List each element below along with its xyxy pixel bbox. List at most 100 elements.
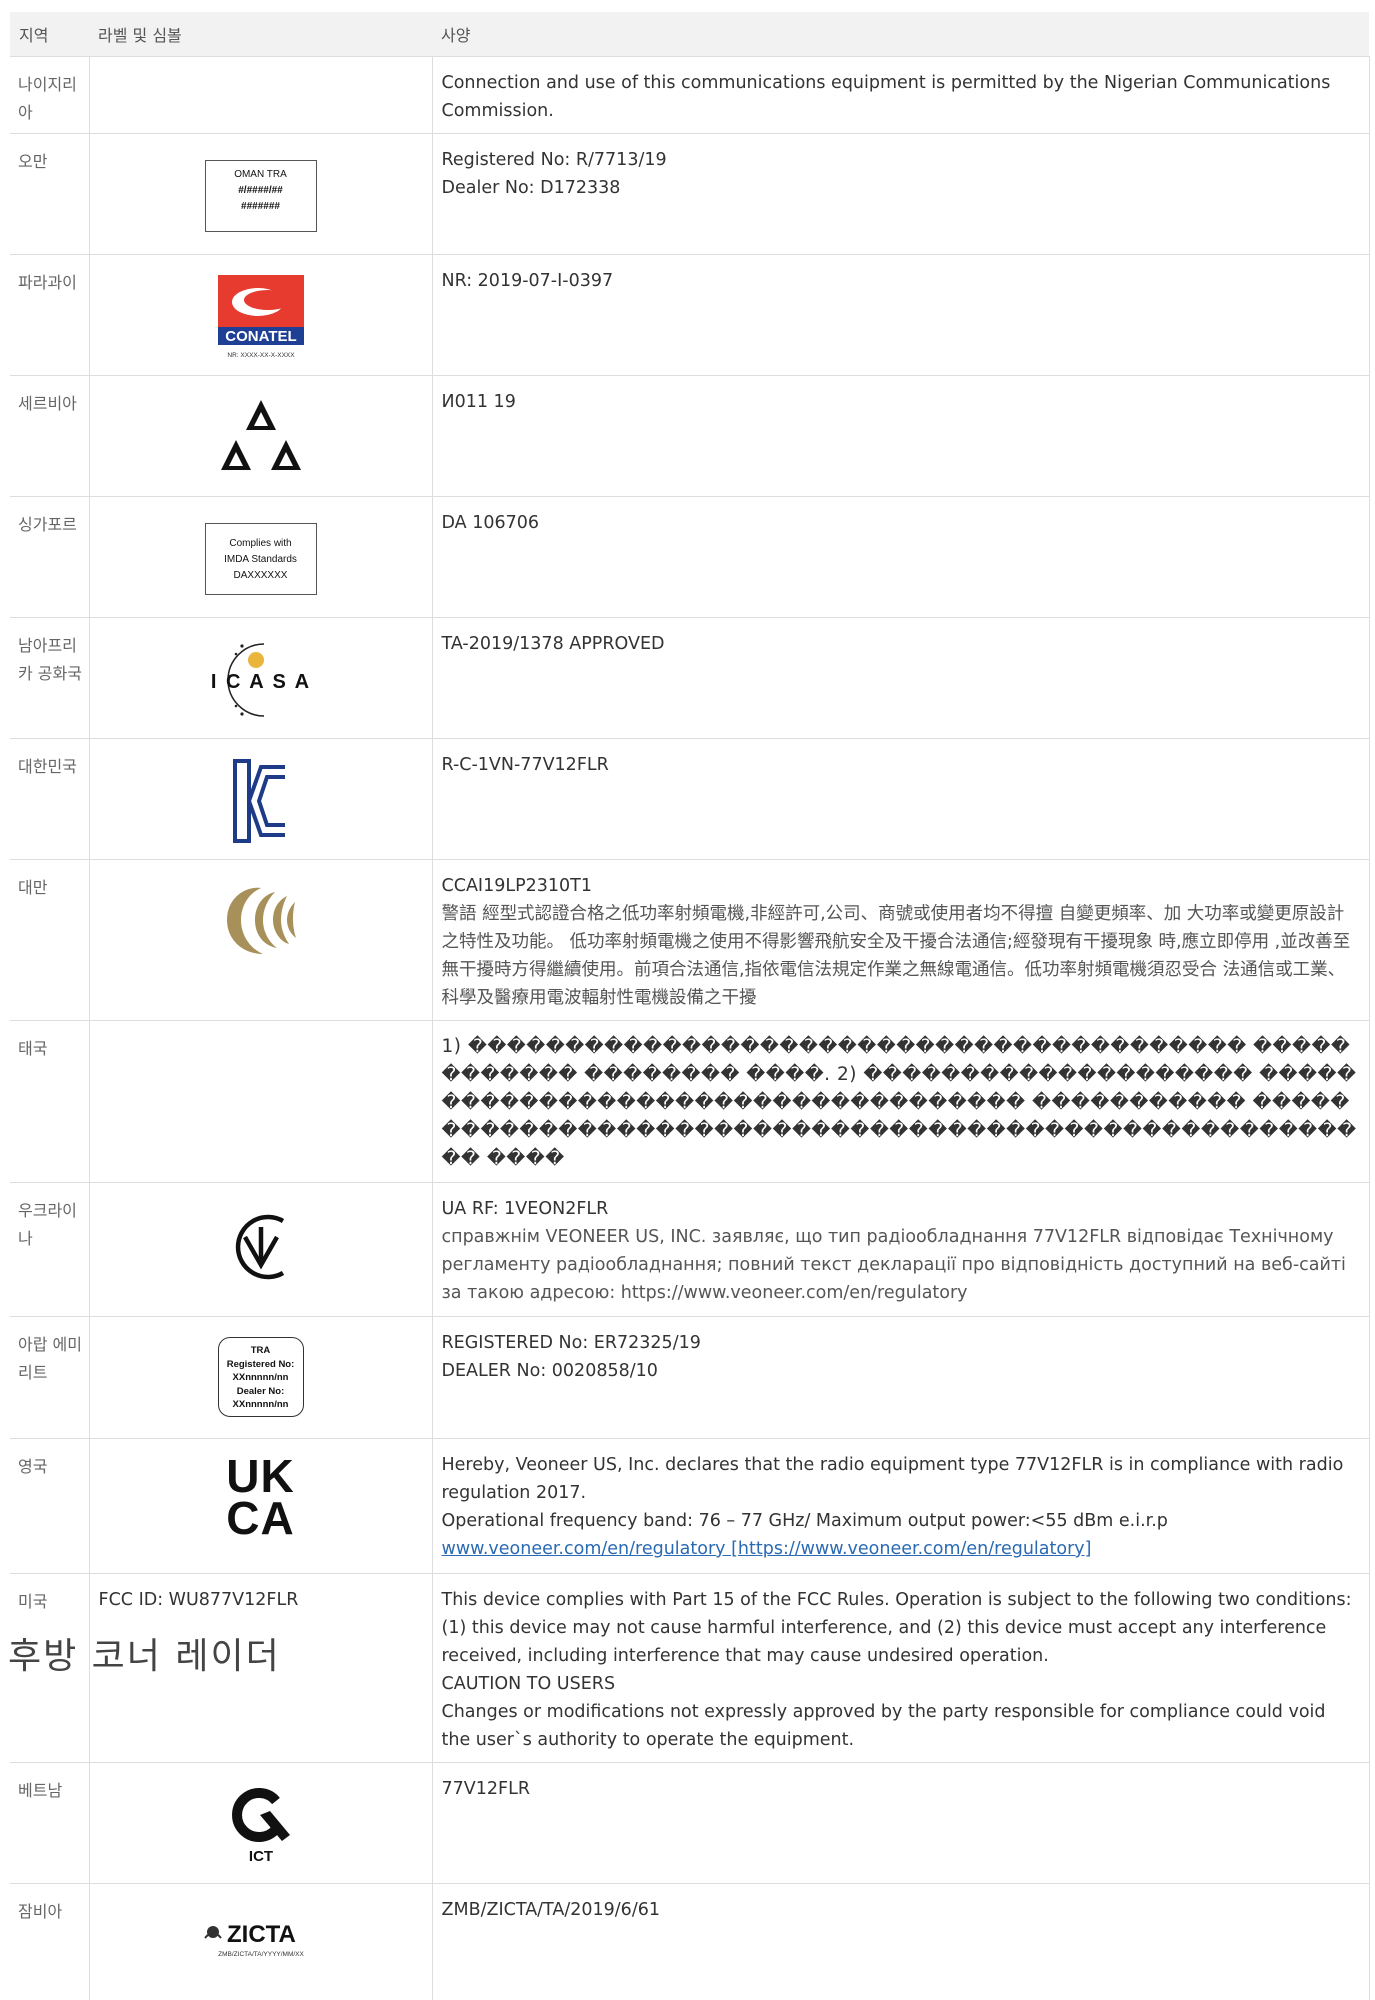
spec-text: справжнім VEONEER US, INC. заявляє, що т… — [441, 1227, 1346, 1303]
tra-uae-label-line: Dealer No: — [236, 1385, 285, 1397]
spec-text: NR: 2019-07-I-0397 — [441, 271, 614, 291]
spec-text: Registered No: R/7713/19 — [441, 150, 667, 170]
region-cell: 세르비아 — [10, 375, 90, 497]
region-cell: 대만 — [10, 859, 90, 1021]
label-cell: UK CA — [89, 1438, 433, 1574]
serbia-triangle-icon — [220, 400, 301, 470]
label-cell: CONATEL NR: XXXX-XX-X-XXXX — [89, 254, 433, 376]
tra-uae-label: TRA Registered No: XXnnnnn/nn Dealer No:… — [217, 1337, 304, 1417]
region-cell: 잠비아 — [10, 1883, 90, 2000]
table-row: 영국 UK CA Hereby, Veoneer US, Inc. declar… — [10, 1438, 1370, 1574]
table-row: 베트남 ICT 77V12FLR — [10, 1762, 1370, 1884]
ukca-mark-icon: UK CA — [226, 1450, 295, 1544]
table-row: 아랍 에미리트 TRA Registered No: XXnnnnn/nn De… — [10, 1316, 1370, 1439]
spec-cell: ZMB/ZICTA/TA/2019/6/61 — [432, 1883, 1370, 2000]
vietnam-ict-text: ICT — [248, 1848, 272, 1865]
region-cell: 태국 — [10, 1020, 90, 1183]
oman-tra-label-line: #/####/## — [238, 185, 283, 196]
header-spec: 사양 — [432, 12, 1369, 57]
oman-tra-label-line: ####### — [241, 201, 280, 212]
spec-text: И011 19 — [441, 392, 516, 412]
tra-uae-label-line: Registered No: — [226, 1358, 295, 1370]
overlay-section-title: 후방 코너 레이더 — [8, 1636, 281, 1677]
region-cell: 나이지리아 — [10, 56, 90, 134]
imda-label: Complies with IMDA Standards DAXXXXXX — [204, 523, 317, 595]
spec-text: DEALER No: 0020858/10 — [441, 1361, 658, 1381]
table-row: 남아프리카 공화국 I C A S A TA-2019/1378 APPROVE… — [10, 617, 1370, 739]
label-cell: TRA Registered No: XXnnnnn/nn Dealer No:… — [89, 1316, 433, 1439]
region-cell: 우크라이나 — [10, 1182, 90, 1317]
fcc-id-text: FCC ID: WU877V12FLR — [98, 1590, 299, 1610]
oman-tra-label: OMAN TRA #/####/## ####### — [204, 160, 317, 232]
zicta-logo: ZICTA ZMB/ZICTA/TA/YYYY/MM/XX — [203, 1921, 304, 1958]
region-cell: 베트남 — [10, 1762, 90, 1884]
spec-text: UA RF: 1VEON2FLR — [441, 1199, 609, 1219]
regulatory-table: 지역 라벨 및 심볼 사양 나이지리아 Connection and use o… — [10, 12, 1370, 2000]
spec-cell: TA-2019/1378 APPROVED — [432, 617, 1370, 739]
label-cell — [89, 375, 433, 497]
spec-cell: This device complies with Part 15 of the… — [432, 1573, 1370, 1763]
region-cell: 아랍 에미리트 — [10, 1316, 90, 1439]
label-cell: ZICTA ZMB/ZICTA/TA/YYYY/MM/XX — [89, 1883, 433, 2000]
spec-text: DA 106706 — [441, 513, 540, 533]
table-header-row: 지역 라벨 및 심볼 사양 — [10, 12, 1369, 57]
spec-cell: Connection and use of this communication… — [432, 56, 1370, 134]
spec-text: Dealer No: D172338 — [441, 178, 621, 198]
spec-text: CCAI19LP2310T1 — [441, 876, 593, 896]
imda-label-line: Complies with — [229, 538, 292, 549]
label-cell — [89, 56, 433, 134]
table-row: 나이지리아 Connection and use of this communi… — [10, 56, 1370, 134]
imda-label-line: DAXXXXXX — [233, 570, 288, 581]
ukca-mark-line: UK — [226, 1450, 295, 1502]
header-region: 지역 — [10, 12, 89, 57]
zicta-logo-caption: ZMB/ZICTA/TA/YYYY/MM/XX — [218, 1951, 304, 1958]
spec-text: This device complies with Part 15 of the… — [441, 1590, 1352, 1666]
label-cell: Complies with IMDA Standards DAXXXXXX — [89, 496, 433, 618]
vietnam-cr-icon: ICT — [231, 1788, 290, 1865]
spec-cell: 1) �������������������������������������… — [432, 1020, 1370, 1183]
region-cell: 파라과이 — [10, 254, 90, 376]
label-cell — [89, 1182, 433, 1317]
table-row: 파라과이 CONATEL NR: XXXX-XX-X-XXXX NR: 2019… — [10, 254, 1370, 376]
label-cell: OMAN TRA #/####/## ####### — [89, 133, 433, 255]
icasa-logo: I C A S A — [210, 643, 309, 717]
table-row: 싱가포르 Complies with IMDA Standards DAXXXX… — [10, 496, 1370, 618]
conatel-logo: CONATEL NR: XXXX-XX-X-XXXX — [217, 275, 304, 359]
spec-text: CAUTION TO USERS — [441, 1674, 616, 1694]
spec-text: Operational frequency band: 76 – 77 GHz/… — [441, 1511, 1168, 1531]
region-cell: 오만 — [10, 133, 90, 255]
header-label: 라벨 및 심볼 — [89, 12, 432, 57]
spec-cell: 77V12FLR — [432, 1762, 1370, 1884]
region-cell: 싱가포르 — [10, 496, 90, 618]
label-cell — [89, 738, 433, 860]
spec-text: 警語 經型式認證合格之低功率射頻電機,非經許可,公司、商號或使用者均不得擅 自變… — [441, 904, 1351, 1008]
kc-mark-icon — [232, 759, 285, 843]
spec-cell: DA 106706 — [432, 496, 1370, 618]
spec-text: R-C-1VN-77V12FLR — [441, 755, 609, 775]
region-cell: 대한민국 — [10, 738, 90, 860]
table-row: 대만 CCAI19LP2310T1 警語 經型式認證合格之低功率射頻電機,非經許… — [10, 859, 1370, 1021]
spec-text: ZMB/ZICTA/TA/2019/6/61 — [441, 1900, 661, 1920]
label-cell: I C A S A — [89, 617, 433, 739]
table-row: 잠비아 ZICTA ZMB/ZICTA/TA/YYYY/MM/XX ZMB/ZI… — [10, 1883, 1370, 2000]
spec-text: TA-2019/1378 APPROVED — [441, 634, 665, 654]
ukca-mark-line: CA — [226, 1492, 295, 1544]
table-row: 우크라이나 UA RF: 1VEON2FLR справжнім VEONEER… — [10, 1182, 1370, 1317]
table-row: 세르비아 И011 19 — [10, 375, 1370, 497]
tra-uae-label-line: TRA — [250, 1345, 271, 1356]
spec-text: REGISTERED No: ER72325/19 — [441, 1333, 701, 1353]
region-cell: 영국 — [10, 1438, 90, 1574]
table-row: 대한민국 R-C-1VN-77V12FLR — [10, 738, 1370, 860]
label-cell — [89, 859, 433, 1021]
regulatory-link[interactable]: www.veoneer.com/en/regulatory [https://w… — [442, 1535, 1360, 1563]
conatel-logo-text: CONATEL — [225, 328, 296, 345]
tra-uae-label-line: XXnnnnn/nn — [232, 1372, 289, 1383]
tra-uae-label-line: XXnnnnn/nn — [232, 1399, 289, 1410]
spec-text: Hereby, Veoneer US, Inc. declares that t… — [441, 1455, 1344, 1503]
imda-label-line: IMDA Standards — [224, 554, 297, 565]
table-row: 오만 OMAN TRA #/####/## ####### Registered… — [10, 133, 1370, 255]
spec-text: 1) �������������������������������������… — [441, 1036, 1357, 1169]
spec-cell: UA RF: 1VEON2FLR справжнім VEONEER US, I… — [432, 1182, 1370, 1317]
spec-cell: И011 19 — [432, 375, 1370, 497]
table-row: 태국 1) ����������������������������������… — [10, 1020, 1370, 1183]
